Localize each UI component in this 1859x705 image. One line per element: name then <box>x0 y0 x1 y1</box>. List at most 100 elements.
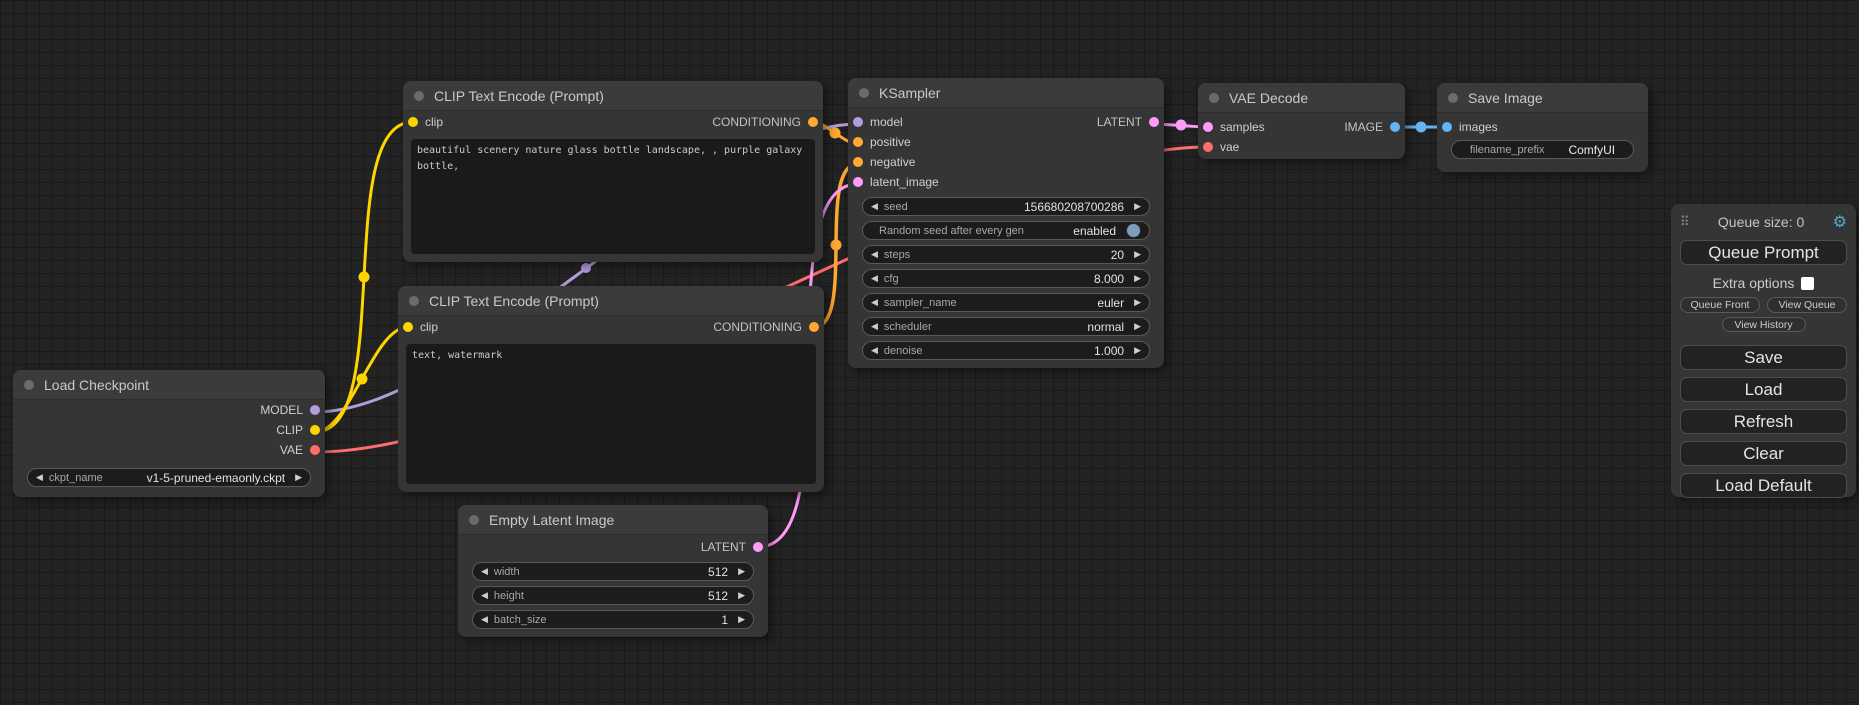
arrow-left-icon[interactable]: ◀ <box>481 591 488 600</box>
link-dot-negative[interactable] <box>831 240 842 251</box>
cfg-widget[interactable]: ◀ cfg 8.000 ▶ <box>862 269 1150 288</box>
arrow-left-icon[interactable]: ◀ <box>481 615 488 624</box>
latent-image-input-port[interactable] <box>853 177 863 187</box>
node-title-bar[interactable]: Load Checkpoint <box>13 370 325 400</box>
node-title-bar[interactable]: KSampler <box>848 78 1164 108</box>
node-title-bar[interactable]: CLIP Text Encode (Prompt) <box>403 81 823 111</box>
queue-front-button[interactable]: Queue Front <box>1680 297 1760 313</box>
output-label: VAE <box>280 443 303 457</box>
conditioning-output-port[interactable] <box>808 117 818 127</box>
collapse-dot-icon[interactable] <box>469 515 479 525</box>
node-title-bar[interactable]: Empty Latent Image <box>458 505 768 535</box>
collapse-dot-icon[interactable] <box>409 296 419 306</box>
node-load-checkpoint[interactable]: Load Checkpoint MODEL CLIP VAE ◀ ckpt_na… <box>13 370 325 497</box>
comfyui-canvas[interactable]: { "colors": { "model": "#B39DDB", "clip"… <box>0 0 1859 705</box>
toggle-icon[interactable] <box>1126 223 1141 238</box>
arrow-left-icon[interactable]: ◀ <box>871 274 878 283</box>
input-label: images <box>1459 120 1498 134</box>
height-widget[interactable]: ◀ height 512 ▶ <box>472 586 754 605</box>
widget-value: 512 <box>530 589 732 603</box>
ckpt-name-widget[interactable]: ◀ ckpt_name v1-5-pruned-emaonly.ckpt ▶ <box>27 468 311 487</box>
clip-input-port[interactable] <box>403 322 413 332</box>
queue-panel[interactable]: ⠿ Queue size: 0 ⚙ Queue Prompt Extra opt… <box>1671 204 1856 497</box>
gear-icon[interactable]: ⚙ <box>1833 212 1847 232</box>
node-title-bar[interactable]: CLIP Text Encode (Prompt) <box>398 286 824 316</box>
node-title: CLIP Text Encode (Prompt) <box>434 88 604 104</box>
link-dot-model[interactable] <box>581 263 591 273</box>
view-history-button[interactable]: View History <box>1722 317 1806 332</box>
arrow-left-icon[interactable]: ◀ <box>871 346 878 355</box>
node-vae-decode[interactable]: VAE Decode samples IMAGE vae <box>1198 83 1405 159</box>
seed-widget[interactable]: ◀ seed 156680208700286 ▶ <box>862 197 1150 216</box>
node-clip-text-encode-1[interactable]: CLIP Text Encode (Prompt) clip CONDITION… <box>403 81 823 262</box>
latent-output-port[interactable] <box>753 542 763 552</box>
samples-input-port[interactable] <box>1203 122 1213 132</box>
view-queue-button[interactable]: View Queue <box>1767 297 1847 313</box>
link-dot-positive[interactable] <box>830 128 841 139</box>
arrow-left-icon[interactable]: ◀ <box>871 202 878 211</box>
random-seed-widget[interactable]: Random seed after every gen enabled <box>862 221 1150 240</box>
arrow-left-icon[interactable]: ◀ <box>36 473 43 482</box>
clear-button[interactable]: Clear <box>1680 441 1847 466</box>
denoise-widget[interactable]: ◀ denoise 1.000 ▶ <box>862 341 1150 360</box>
steps-widget[interactable]: ◀ steps 20 ▶ <box>862 245 1150 264</box>
arrow-left-icon[interactable]: ◀ <box>871 322 878 331</box>
batch-size-widget[interactable]: ◀ batch_size 1 ▶ <box>472 610 754 629</box>
extra-options-checkbox[interactable] <box>1801 277 1814 290</box>
load-button[interactable]: Load <box>1680 377 1847 402</box>
arrow-right-icon[interactable]: ▶ <box>1134 298 1141 307</box>
negative-input-port[interactable] <box>853 157 863 167</box>
link-dot-clip-1[interactable] <box>359 272 370 283</box>
model-input-port[interactable] <box>853 117 863 127</box>
arrow-left-icon[interactable]: ◀ <box>871 298 878 307</box>
node-save-image[interactable]: Save Image images filename_prefix ComfyU… <box>1437 83 1648 172</box>
model-output-port[interactable] <box>310 405 320 415</box>
load-default-button[interactable]: Load Default <box>1680 473 1847 498</box>
collapse-dot-icon[interactable] <box>1209 93 1219 103</box>
link-dot-clip-2[interactable] <box>357 374 368 385</box>
arrow-right-icon[interactable]: ▶ <box>738 567 745 576</box>
scheduler-widget[interactable]: ◀ scheduler normal ▶ <box>862 317 1150 336</box>
refresh-button[interactable]: Refresh <box>1680 409 1847 434</box>
vae-output-port[interactable] <box>310 445 320 455</box>
collapse-dot-icon[interactable] <box>1448 93 1458 103</box>
link-dot-images[interactable] <box>1416 122 1427 133</box>
drag-handle-icon[interactable]: ⠿ <box>1680 214 1690 230</box>
conditioning-output-port[interactable] <box>809 322 819 332</box>
collapse-dot-icon[interactable] <box>859 88 869 98</box>
positive-input-port[interactable] <box>853 137 863 147</box>
arrow-right-icon[interactable]: ▶ <box>738 615 745 624</box>
image-output-port[interactable] <box>1390 122 1400 132</box>
collapse-dot-icon[interactable] <box>24 380 34 390</box>
save-button[interactable]: Save <box>1680 345 1847 370</box>
arrow-right-icon[interactable]: ▶ <box>1134 274 1141 283</box>
output-label: LATENT <box>1097 115 1142 129</box>
arrow-left-icon[interactable]: ◀ <box>871 250 878 259</box>
arrow-right-icon[interactable]: ▶ <box>295 473 302 482</box>
arrow-right-icon[interactable]: ▶ <box>1134 202 1141 211</box>
prompt-textarea[interactable]: beautiful scenery nature glass bottle la… <box>411 139 815 254</box>
images-input-port[interactable] <box>1442 122 1452 132</box>
sampler-name-widget[interactable]: ◀ sampler_name euler ▶ <box>862 293 1150 312</box>
node-ksampler[interactable]: KSampler model LATENT positive negative … <box>848 78 1164 368</box>
prompt-textarea[interactable]: text, watermark <box>406 344 816 484</box>
node-empty-latent-image[interactable]: Empty Latent Image LATENT ◀ width 512 ▶ … <box>458 505 768 637</box>
arrow-left-icon[interactable]: ◀ <box>481 567 488 576</box>
arrow-right-icon[interactable]: ▶ <box>1134 346 1141 355</box>
queue-prompt-button[interactable]: Queue Prompt <box>1680 240 1847 265</box>
arrow-right-icon[interactable]: ▶ <box>738 591 745 600</box>
clip-output-port[interactable] <box>310 425 320 435</box>
filename-prefix-widget[interactable]: filename_prefix ComfyUI <box>1451 140 1634 159</box>
output-label: IMAGE <box>1344 120 1383 134</box>
clip-input-port[interactable] <box>408 117 418 127</box>
link-dot-samples[interactable] <box>1176 120 1187 131</box>
vae-input-port[interactable] <box>1203 142 1213 152</box>
node-title-bar[interactable]: Save Image <box>1437 83 1648 113</box>
node-clip-text-encode-2[interactable]: CLIP Text Encode (Prompt) clip CONDITION… <box>398 286 824 492</box>
width-widget[interactable]: ◀ width 512 ▶ <box>472 562 754 581</box>
arrow-right-icon[interactable]: ▶ <box>1134 322 1141 331</box>
node-title-bar[interactable]: VAE Decode <box>1198 83 1405 113</box>
collapse-dot-icon[interactable] <box>414 91 424 101</box>
arrow-right-icon[interactable]: ▶ <box>1134 250 1141 259</box>
latent-output-port[interactable] <box>1149 117 1159 127</box>
